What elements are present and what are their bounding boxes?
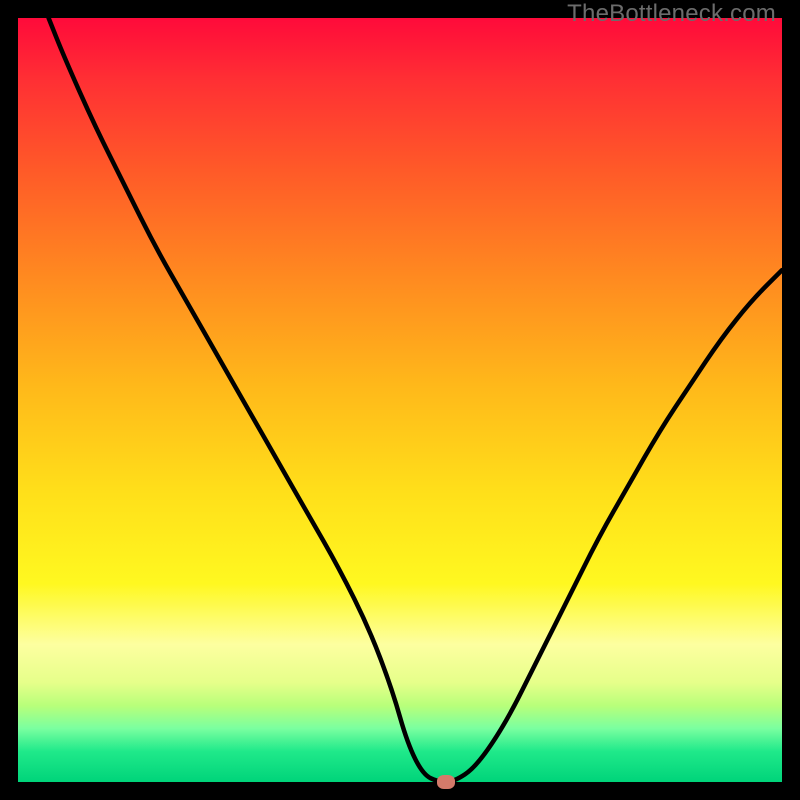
chart-frame (18, 18, 782, 782)
bottleneck-curve (18, 18, 782, 782)
optimal-point-marker (437, 775, 455, 789)
watermark-text: TheBottleneck.com (567, 0, 776, 28)
